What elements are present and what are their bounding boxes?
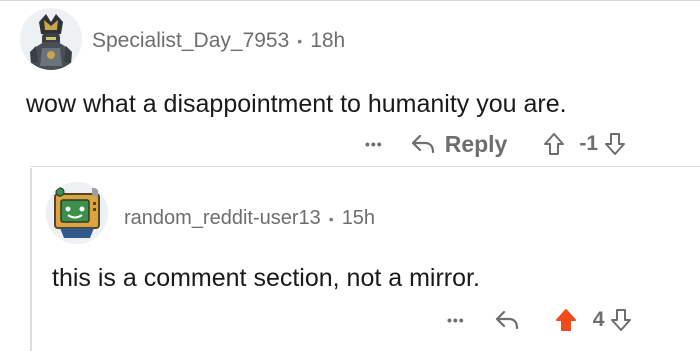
commenter-avatar[interactable] (20, 8, 82, 70)
more-options-button[interactable]: ••• (365, 136, 383, 152)
reply-avatar[interactable] (46, 182, 108, 244)
reply-username[interactable]: random_reddit-user13 (124, 207, 321, 230)
armored-character-icon (20, 8, 82, 70)
retro-computer-icon (46, 182, 108, 244)
reply-meta: random_reddit-user13 • 15h (124, 207, 375, 230)
reply-text: this is a comment section, not a mirror. (52, 264, 480, 292)
upvote-icon[interactable] (543, 132, 565, 156)
thread-line[interactable] (30, 168, 32, 351)
upvote-icon[interactable] (555, 308, 577, 332)
meta-separator: • (328, 210, 334, 227)
reply-actions: ••• 4 (447, 302, 632, 338)
comment-text: wow what a disappointment to humanity yo… (26, 90, 567, 118)
comment-timestamp: 18h (310, 29, 346, 52)
comment-score: -1 (579, 132, 599, 155)
comment-meta: Specialist_Day_7953 • 18h (92, 29, 345, 53)
comment-username[interactable]: Specialist_Day_7953 (92, 29, 289, 53)
reply-timestamp: 15h (341, 207, 376, 229)
reply-divider (30, 166, 700, 167)
comment-actions: ••• Reply -1 (365, 126, 626, 162)
reply-label: Reply (444, 130, 508, 157)
top-divider (0, 0, 700, 1)
reply-score: 4 (592, 308, 605, 331)
downvote-icon[interactable] (604, 132, 626, 156)
reply-button[interactable]: Reply (411, 130, 508, 158)
meta-separator: • (297, 33, 303, 49)
reply-arrow-icon[interactable] (495, 309, 519, 331)
downvote-icon[interactable] (610, 308, 632, 332)
more-options-button[interactable]: ••• (447, 312, 465, 328)
reply-arrow-icon (411, 133, 435, 155)
